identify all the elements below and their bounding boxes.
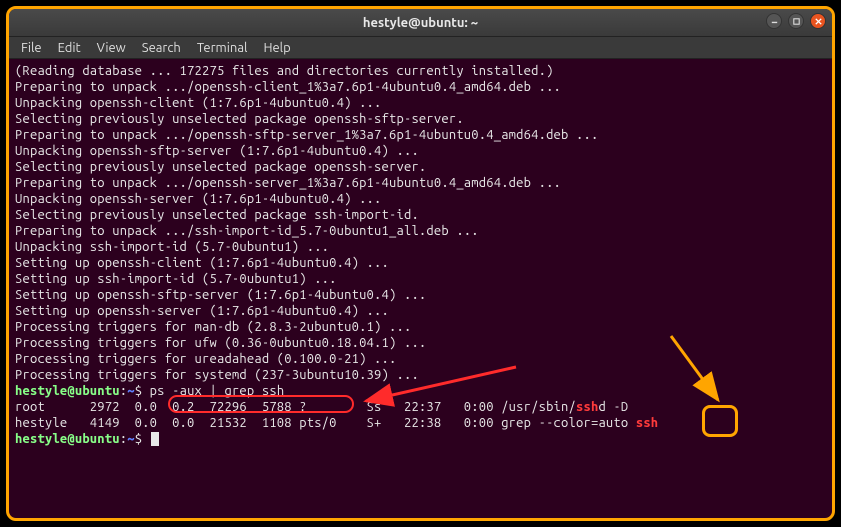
- minimize-button[interactable]: [766, 13, 782, 29]
- maximize-button[interactable]: [788, 13, 804, 29]
- prompt-text: hestyle@ubuntu: [15, 432, 120, 446]
- window-controls: [766, 13, 826, 29]
- terminal-line: (Reading database ... 172275 files and d…: [15, 63, 826, 79]
- terminal-line: Processing triggers for man-db (2.8.3-2u…: [15, 319, 826, 335]
- terminal-line: Processing triggers for ufw (0.36-0ubunt…: [15, 335, 826, 351]
- minimize-icon: [770, 17, 779, 26]
- path-text: ~: [127, 432, 134, 446]
- output-text: Setting up openssh-client (1:7.6p1-4ubun…: [15, 256, 389, 270]
- terminal-line: Preparing to unpack .../openssh-client_1…: [15, 79, 826, 95]
- terminal-line: root 2972 0.0 0.2 72296 5788 ? Ss 22:37 …: [15, 399, 826, 415]
- output-text: Processing triggers for ufw (0.36-0ubunt…: [15, 336, 426, 350]
- output-text: $: [135, 432, 150, 446]
- terminal-line: Setting up openssh-client (1:7.6p1-4ubun…: [15, 255, 826, 271]
- titlebar[interactable]: hestyle@ubuntu: ~: [9, 9, 832, 37]
- output-text: Preparing to unpack .../openssh-sftp-ser…: [15, 128, 598, 142]
- output-text: Unpacking ssh-import-id (5.7-0ubuntu1) .…: [15, 240, 329, 254]
- menu-terminal[interactable]: Terminal: [189, 39, 256, 57]
- output-text: Processing triggers for systemd (237-3ub…: [15, 368, 419, 382]
- terminal-line: Processing triggers for systemd (237-3ub…: [15, 367, 826, 383]
- close-icon: [814, 17, 823, 26]
- cursor: [151, 432, 159, 446]
- output-text: Setting up openssh-sftp-server (1:7.6p1-…: [15, 288, 426, 302]
- output-text: Processing triggers for man-db (2.8.3-2u…: [15, 320, 411, 334]
- output-text: d -D: [598, 400, 628, 414]
- terminal-area[interactable]: (Reading database ... 172275 files and d…: [9, 59, 832, 518]
- terminal-line: Selecting previously unselected package …: [15, 207, 826, 223]
- terminal-line: Selecting previously unselected package …: [15, 159, 826, 175]
- output-text: Unpacking openssh-client (1:7.6p1-4ubunt…: [15, 96, 382, 110]
- menu-view[interactable]: View: [89, 39, 134, 57]
- window-title: hestyle@ubuntu: ~: [363, 16, 478, 30]
- grep-highlight: ssh: [576, 400, 598, 414]
- terminal-window: hestyle@ubuntu: ~ File Edit View Search …: [6, 6, 835, 521]
- output-text: Unpacking openssh-sftp-server (1:7.6p1-4…: [15, 144, 419, 158]
- terminal-line: Processing triggers for ureadahead (0.10…: [15, 351, 826, 367]
- prompt-text: hestyle@ubuntu: [15, 384, 120, 398]
- menubar: File Edit View Search Terminal Help: [9, 37, 832, 59]
- path-text: ~: [127, 384, 134, 398]
- menu-help[interactable]: Help: [255, 39, 298, 57]
- terminal-line: hestyle 4149 0.0 0.0 21532 1108 pts/0 S+…: [15, 415, 826, 431]
- terminal-line: Setting up ssh-import-id (5.7-0ubuntu1) …: [15, 271, 826, 287]
- terminal-line: Unpacking openssh-client (1:7.6p1-4ubunt…: [15, 95, 826, 111]
- terminal-line: Unpacking ssh-import-id (5.7-0ubuntu1) .…: [15, 239, 826, 255]
- output-text: (Reading database ... 172275 files and d…: [15, 64, 554, 78]
- output-text: Processing triggers for ureadahead (0.10…: [15, 352, 396, 366]
- terminal-line: hestyle@ubuntu:~$: [15, 431, 826, 447]
- terminal-line: Preparing to unpack .../openssh-server_1…: [15, 175, 826, 191]
- output-text: Preparing to unpack .../ssh-import-id_5.…: [15, 224, 479, 238]
- output-text: Setting up ssh-import-id (5.7-0ubuntu1) …: [15, 272, 337, 286]
- output-text: Selecting previously unselected package …: [15, 208, 419, 222]
- output-text: Unpacking openssh-server (1:7.6p1-4ubunt…: [15, 192, 382, 206]
- terminal-line: Unpacking openssh-server (1:7.6p1-4ubunt…: [15, 191, 826, 207]
- menu-search[interactable]: Search: [134, 39, 189, 57]
- terminal-line: Preparing to unpack .../ssh-import-id_5.…: [15, 223, 826, 239]
- terminal-line: Preparing to unpack .../openssh-sftp-ser…: [15, 127, 826, 143]
- terminal-line: Selecting previously unselected package …: [15, 111, 826, 127]
- terminal-line: Unpacking openssh-sftp-server (1:7.6p1-4…: [15, 143, 826, 159]
- grep-highlight: ssh: [636, 416, 658, 430]
- terminal-line: Setting up openssh-server (1:7.6p1-4ubun…: [15, 303, 826, 319]
- terminal-line: Setting up openssh-sftp-server (1:7.6p1-…: [15, 287, 826, 303]
- output-text: $ ps -aux | grep ssh: [135, 384, 285, 398]
- maximize-icon: [792, 17, 801, 26]
- output-text: hestyle 4149 0.0 0.0 21532 1108 pts/0 S+…: [15, 416, 636, 430]
- terminal-line: hestyle@ubuntu:~$ ps -aux | grep ssh: [15, 383, 826, 399]
- output-text: Preparing to unpack .../openssh-client_1…: [15, 80, 561, 94]
- output-text: root 2972 0.0 0.2 72296 5788 ? Ss 22:37 …: [15, 400, 576, 414]
- output-text: Setting up openssh-server (1:7.6p1-4ubun…: [15, 304, 389, 318]
- output-text: Preparing to unpack .../openssh-server_1…: [15, 176, 561, 190]
- output-text: Selecting previously unselected package …: [15, 112, 464, 126]
- menu-file[interactable]: File: [13, 39, 50, 57]
- output-text: Selecting previously unselected package …: [15, 160, 426, 174]
- close-button[interactable]: [810, 13, 826, 29]
- menu-edit[interactable]: Edit: [50, 39, 89, 57]
